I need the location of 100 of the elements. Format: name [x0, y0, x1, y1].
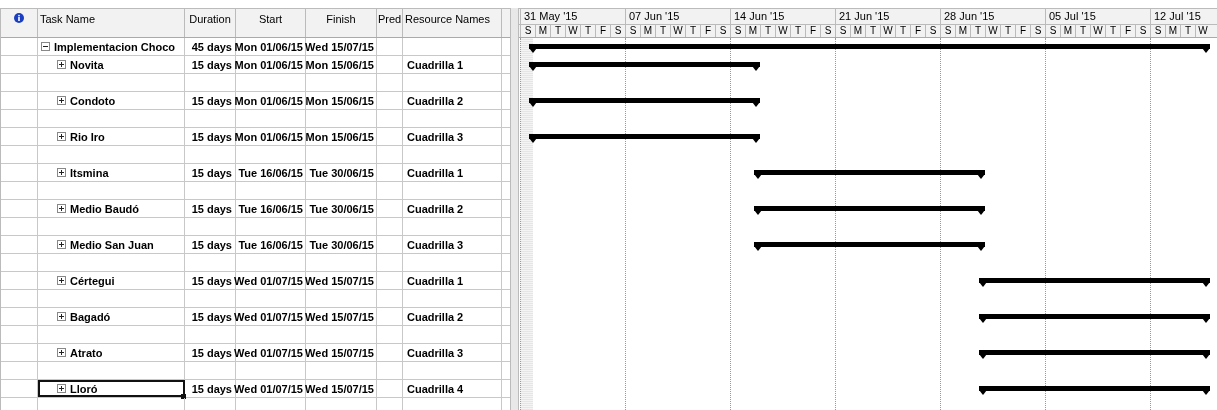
- column-header[interactable]: Duration: [185, 9, 236, 37]
- duration-cell: 15 days: [185, 56, 236, 73]
- day-label: S: [1135, 25, 1150, 37]
- toggle-icon[interactable]: [57, 240, 66, 249]
- info-icon: [14, 13, 24, 23]
- day-label: W: [565, 25, 580, 37]
- day-label: M: [1060, 25, 1075, 37]
- task-name-cell[interactable]: Lloró: [38, 380, 185, 397]
- pane-splitter[interactable]: [510, 8, 519, 410]
- resource-cell: Cuadrilla 1: [403, 272, 502, 289]
- start-cell: Tue 16/06/15: [236, 236, 306, 253]
- toggle-icon[interactable]: [57, 96, 66, 105]
- toggle-icon[interactable]: [57, 312, 66, 321]
- task-name-cell[interactable]: Medio San Juan: [38, 236, 185, 253]
- task-name: Novita: [70, 58, 104, 71]
- day-label: S: [1030, 25, 1045, 37]
- finish-cell: Wed 15/07/15: [306, 308, 377, 325]
- week-label: 31 May '15: [520, 9, 625, 24]
- resource-cell: Cuadrilla 3: [403, 236, 502, 253]
- toggle-icon[interactable]: [57, 348, 66, 357]
- task-name-cell[interactable]: Medio Baudó: [38, 200, 185, 217]
- day-label: T: [790, 25, 805, 37]
- task-name: Implementacion Choco: [54, 40, 176, 53]
- day-label: T: [895, 25, 910, 37]
- start-cell: Wed 01/07/15: [236, 308, 306, 325]
- duration-cell: 15 days: [185, 164, 236, 181]
- day-label: T: [580, 25, 595, 37]
- task-name: Medio San Juan: [70, 238, 154, 251]
- day-label: F: [910, 25, 925, 37]
- resource-cell: Cuadrilla 4: [403, 380, 502, 397]
- week-label: 28 Jun '15: [940, 9, 1045, 24]
- day-label: M: [850, 25, 865, 37]
- task-name-cell[interactable]: Cértegui: [38, 272, 185, 289]
- day-label: S: [940, 25, 955, 37]
- finish-cell: Wed 15/07/15: [306, 272, 377, 289]
- day-label: S: [730, 25, 745, 37]
- task-name-cell[interactable]: Rio Iro: [38, 128, 185, 145]
- day-label: T: [1180, 25, 1195, 37]
- duration-cell: 45 days: [185, 38, 236, 55]
- start-cell: Mon 01/06/15: [236, 56, 306, 73]
- day-label: S: [520, 25, 535, 37]
- day-label: S: [1045, 25, 1060, 37]
- toggle-icon[interactable]: [57, 204, 66, 213]
- finish-cell: Wed 15/07/15: [306, 344, 377, 361]
- day-label: T: [865, 25, 880, 37]
- day-label: T: [655, 25, 670, 37]
- finish-cell: Tue 30/06/15: [306, 200, 377, 217]
- column-header[interactable]: Start: [236, 9, 306, 37]
- finish-cell: Wed 15/07/15: [306, 380, 377, 397]
- task-name: Bagadó: [70, 310, 111, 323]
- day-label: S: [610, 25, 625, 37]
- task-name-cell[interactable]: Bagadó: [38, 308, 185, 325]
- toggle-icon[interactable]: [57, 60, 66, 69]
- start-cell: Tue 16/06/15: [236, 164, 306, 181]
- day-label: F: [595, 25, 610, 37]
- week-label: 14 Jun '15: [730, 9, 835, 24]
- day-label: W: [775, 25, 790, 37]
- duration-cell: 15 days: [185, 200, 236, 217]
- column-header[interactable]: Finish: [306, 9, 377, 37]
- day-label: W: [670, 25, 685, 37]
- day-label: W: [1195, 25, 1210, 37]
- duration-cell: 15 days: [185, 128, 236, 145]
- column-header[interactable]: Pred: [377, 9, 403, 37]
- task-name: Rio Iro: [70, 130, 105, 143]
- day-label: T: [1105, 25, 1120, 37]
- task-name-cell[interactable]: Itsmina: [38, 164, 185, 181]
- day-label: S: [715, 25, 730, 37]
- toggle-icon[interactable]: [57, 168, 66, 177]
- toggle-icon[interactable]: [57, 132, 66, 141]
- resource-cell: Cuadrilla 2: [403, 92, 502, 109]
- task-name-cell[interactable]: Novita: [38, 56, 185, 73]
- task-name: Lloró: [70, 382, 98, 395]
- finish-cell: Tue 30/06/15: [306, 164, 377, 181]
- start-cell: Wed 01/07/15: [236, 272, 306, 289]
- day-label: M: [1165, 25, 1180, 37]
- toggle-icon[interactable]: [57, 384, 66, 393]
- task-name: Itsmina: [70, 166, 109, 179]
- task-name-cell[interactable]: Condoto: [38, 92, 185, 109]
- toggle-icon[interactable]: [57, 276, 66, 285]
- resource-cell: Cuadrilla 1: [403, 56, 502, 73]
- column-header[interactable]: Task Name: [38, 9, 185, 37]
- column-header[interactable]: Resource Names: [403, 9, 502, 37]
- resource-cell: Cuadrilla 3: [403, 128, 502, 145]
- finish-cell: Tue 30/06/15: [306, 236, 377, 253]
- day-label: S: [820, 25, 835, 37]
- toggle-icon[interactable]: [41, 42, 50, 51]
- day-label: S: [1150, 25, 1165, 37]
- start-cell: Wed 01/07/15: [236, 380, 306, 397]
- finish-cell: Wed 15/07/15: [306, 38, 377, 55]
- day-label: T: [760, 25, 775, 37]
- day-label: S: [625, 25, 640, 37]
- day-label: S: [835, 25, 850, 37]
- day-label: M: [745, 25, 760, 37]
- task-name-cell[interactable]: Implementacion Choco: [38, 38, 185, 55]
- duration-cell: 15 days: [185, 236, 236, 253]
- day-label: M: [535, 25, 550, 37]
- finish-cell: Mon 15/06/15: [306, 128, 377, 145]
- day-label: T: [970, 25, 985, 37]
- resource-cell: Cuadrilla 3: [403, 344, 502, 361]
- task-name-cell[interactable]: Atrato: [38, 344, 185, 361]
